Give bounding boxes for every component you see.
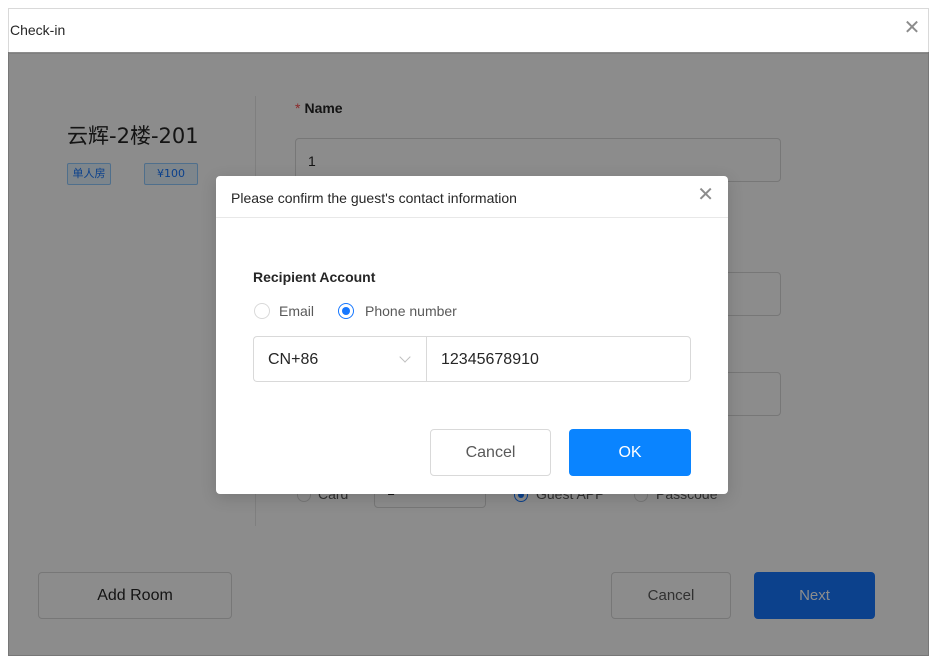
- email-radio-label[interactable]: Email: [279, 303, 314, 319]
- phone-radio-label[interactable]: Phone number: [365, 303, 457, 319]
- window-title: Check-in: [10, 22, 66, 38]
- dialog-title: Please confirm the guest's contact infor…: [231, 190, 517, 206]
- dialog-cancel-button[interactable]: Cancel: [430, 429, 551, 476]
- phone-radio[interactable]: [338, 303, 354, 319]
- dialog-close-icon[interactable]: ✕: [697, 185, 714, 205]
- dialog-ok-button[interactable]: OK: [569, 429, 691, 476]
- contact-confirm-dialog: Please confirm the guest's contact infor…: [216, 176, 728, 494]
- phone-number-input[interactable]: 12345678910: [426, 336, 691, 382]
- phone-number-value: 12345678910: [441, 351, 539, 368]
- close-icon[interactable]: ✕: [902, 18, 922, 38]
- country-code-select[interactable]: CN+86: [253, 336, 426, 382]
- recipient-account-label: Recipient Account: [253, 269, 376, 285]
- email-radio[interactable]: [254, 303, 270, 319]
- chevron-down-icon: [399, 351, 411, 363]
- country-code-value: CN+86: [268, 351, 319, 368]
- window-header: Check-in ✕: [9, 9, 928, 54]
- dialog-header: Please confirm the guest's contact infor…: [216, 176, 728, 218]
